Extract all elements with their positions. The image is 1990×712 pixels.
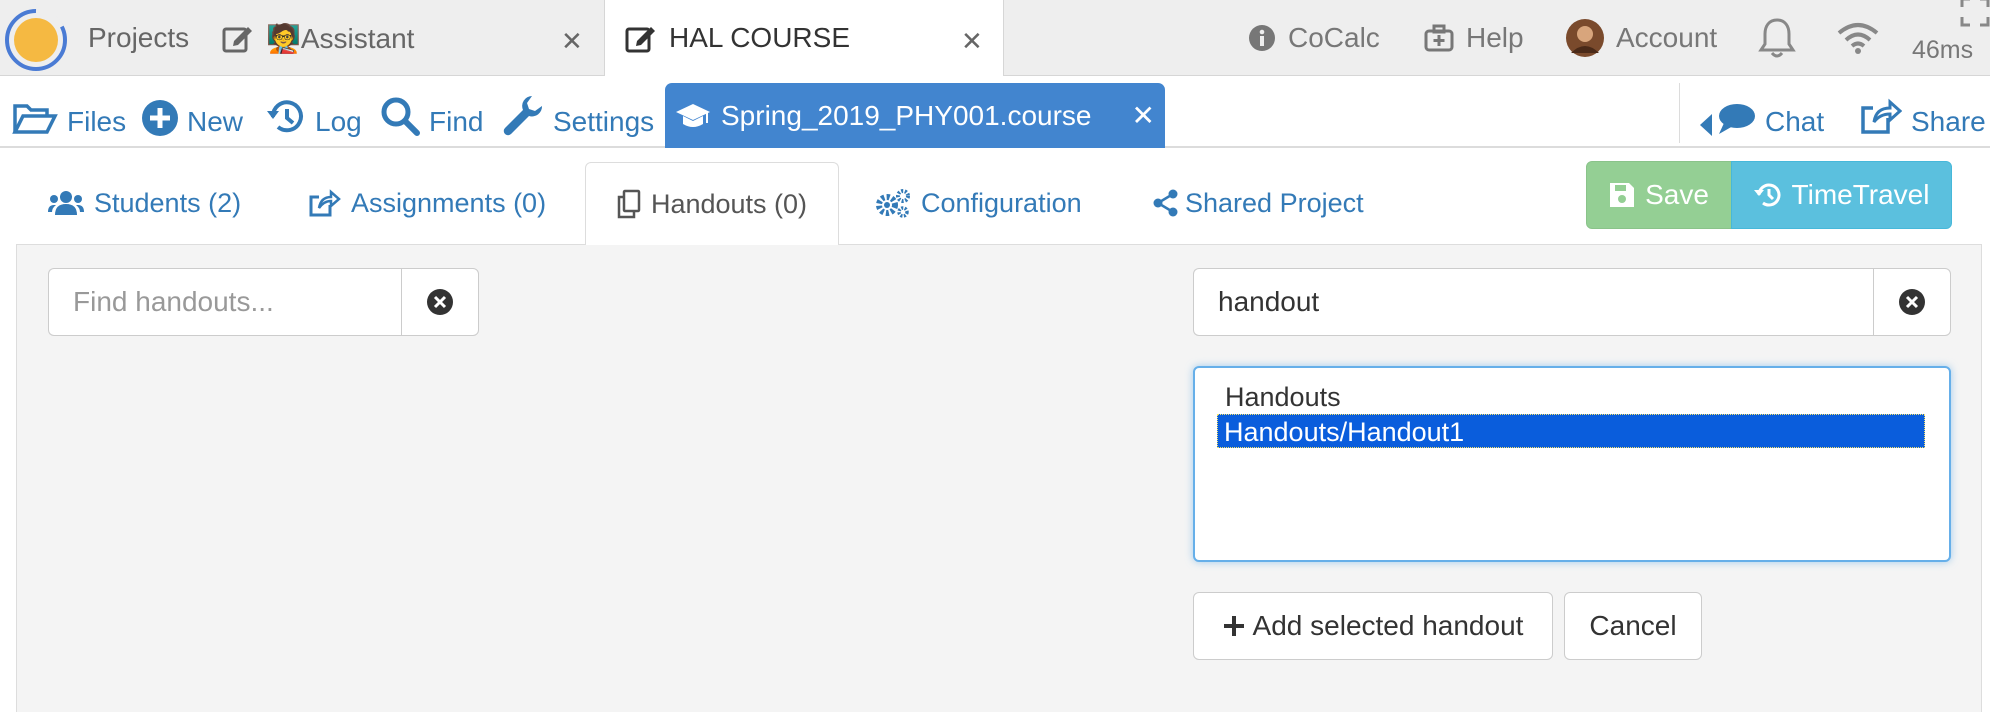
settings-label: Settings [553,106,655,137]
tab-assignments-label: Assignments (0) [351,187,547,218]
tab-handouts[interactable]: Handouts (0) [585,162,839,245]
plus-circle-icon [142,100,178,136]
close-icon[interactable]: ✕ [561,26,583,57]
add-handout-search: handout [1193,268,1951,336]
top-nav-bar: Projects 🧑‍🏫Assistant ✕ HAL COURSE ✕ CoC… [0,0,1990,76]
log-label: Log [315,106,362,137]
account-label: Account [1616,22,1718,53]
help-label: Help [1466,22,1524,53]
new-button[interactable]: New [142,77,243,148]
new-label: New [187,106,244,137]
find-button[interactable]: Find [380,77,483,148]
history-icon [266,98,306,136]
share-label: Share [1911,106,1986,137]
log-button[interactable]: Log [266,77,362,148]
caret-left-icon [1700,114,1712,136]
add-selected-handout-button[interactable]: Add selected handout [1193,592,1553,660]
clear-filter-button[interactable] [401,268,479,336]
tab-assistant-label: 🧑‍🏫Assistant [266,22,415,54]
tab-assignments[interactable]: Assignments (0) [309,162,546,244]
search-icon [380,96,420,136]
cocalc-label: CoCalc [1288,22,1380,53]
share-button[interactable]: Share [1860,77,1986,148]
timetravel-button[interactable]: TimeTravel [1731,161,1952,229]
tab-assistant[interactable]: 🧑‍🏫Assistant [222,0,414,76]
directory-option-selected[interactable]: Handouts/Handout1 [1217,414,1925,448]
help-button[interactable]: Help [1424,0,1524,76]
handouts-filter: Find handouts... [48,268,479,336]
add-handout-search-value: handout [1218,286,1320,317]
files-button[interactable]: Files [12,77,126,148]
clear-search-button[interactable] [1873,268,1951,336]
history-icon [1753,181,1784,209]
save-button[interactable]: Save [1586,161,1732,229]
add-handout-search-input[interactable]: handout [1193,268,1873,336]
timetravel-label: TimeTravel [1791,179,1930,210]
wifi-icon[interactable] [1836,0,1880,76]
find-handouts-input[interactable]: Find handouts... [48,268,401,336]
project-toolbar: Files New Log Find Settings Spring_2019_… [0,77,1990,148]
copy-icon [617,189,641,219]
cocalc-logo-icon[interactable] [5,9,67,71]
edit-icon [625,23,657,53]
tab-hal-course-label: HAL COURSE [669,22,851,53]
close-icon[interactable]: ✕ [961,26,983,57]
handout-directory-select[interactable]: Handouts Handouts/Handout1 [1193,366,1951,562]
folder-open-icon [12,102,58,136]
cancel-label: Cancel [1589,610,1677,641]
chat-button[interactable]: Chat [1700,77,1824,148]
tab-projects-label: Projects [88,22,190,53]
chat-label: Chat [1765,106,1825,137]
edit-icon [222,23,254,53]
users-icon [48,190,84,216]
cancel-button[interactable]: Cancel [1564,592,1702,660]
info-circle-icon [1248,24,1276,52]
tab-handouts-label: Handouts (0) [650,188,808,219]
medkit-icon [1424,24,1454,52]
directory-option[interactable]: Handouts [1219,380,1925,414]
close-icon[interactable]: ✕ [1132,99,1155,132]
share-square-icon [309,188,341,218]
toolbar-divider [1679,83,1680,143]
open-file-label: Spring_2019_PHY001.course [721,99,1092,131]
settings-button[interactable]: Settings [502,77,654,148]
open-file-tab[interactable]: Spring_2019_PHY001.course ✕ [665,83,1165,148]
tab-configuration-label: Configuration [921,187,1082,218]
tab-projects[interactable]: Projects [88,0,189,76]
cocalc-button[interactable]: CoCalc [1248,0,1380,76]
comment-icon [1716,102,1756,136]
notifications-bell-icon[interactable] [1757,0,1797,76]
plus-icon [1223,615,1245,637]
floppy-disk-icon [1609,182,1635,208]
share-square-icon [1860,96,1902,136]
add-selected-handout-label: Add selected handout [1252,610,1524,641]
fullscreen-icon[interactable] [1960,0,1990,42]
times-circle-icon [1899,289,1925,315]
share-alt-icon [1153,189,1179,217]
tab-shared-project[interactable]: Shared Project [1153,162,1364,244]
avatar [1566,19,1604,57]
tab-students-label: Students (2) [94,187,242,218]
tab-hal-course[interactable]: HAL COURSE [604,0,1004,76]
wrench-icon [502,94,544,136]
tab-configuration[interactable]: Configuration [875,162,1082,244]
files-label: Files [67,106,127,137]
save-label: Save [1645,179,1709,210]
cogs-icon [875,188,911,218]
tab-students[interactable]: Students (2) [48,162,241,244]
tab-shared-project-label: Shared Project [1185,187,1364,218]
account-button[interactable]: Account [1566,0,1717,76]
find-handouts-placeholder: Find handouts... [73,286,274,317]
times-circle-icon [427,289,453,315]
find-label: Find [429,106,484,137]
graduation-cap-icon [675,102,711,130]
